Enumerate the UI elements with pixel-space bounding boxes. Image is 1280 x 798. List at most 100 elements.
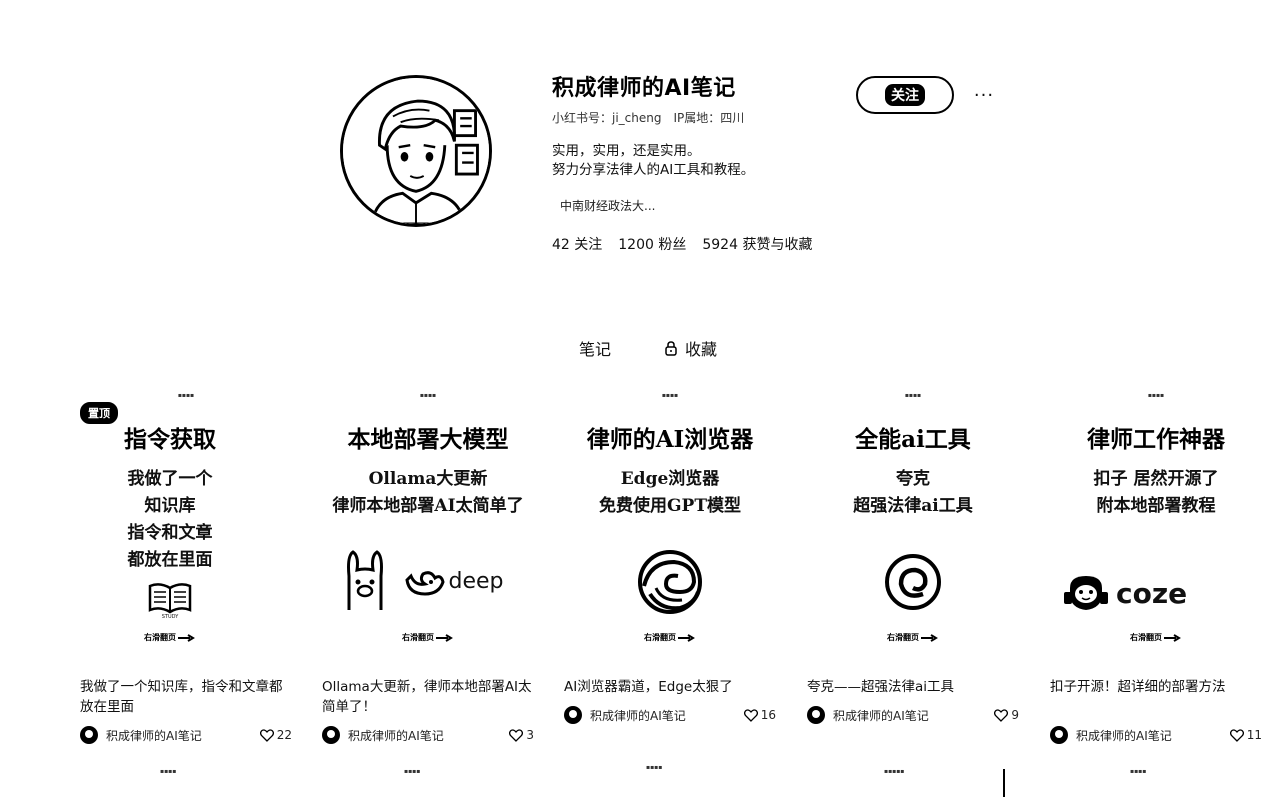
- cover-line: 免费使用GPT模型: [599, 496, 741, 516]
- cover-line: 超强法律ai工具: [853, 496, 973, 516]
- cover-line: 夸克: [896, 469, 930, 489]
- like-button[interactable]: 11: [1229, 728, 1262, 742]
- following-count[interactable]: 42 关注: [552, 235, 602, 255]
- next-row-cover[interactable]: ▪▪▪▪: [404, 768, 420, 775]
- note-footer: 积成律师的AI笔记 11: [1050, 726, 1262, 744]
- lock-icon: [665, 341, 677, 356]
- note-cover[interactable]: ▪▪▪▪ 置顶 指令获取 我做了一个 知识库 指令和文章 都放在里面 STUDY…: [80, 392, 292, 660]
- author-name[interactable]: 积成律师的AI笔记: [590, 707, 744, 724]
- cover-subtitle: Ollama大更新 律师本地部署AI太简单了: [306, 466, 550, 520]
- cover-line: 扣子 居然开源了: [1093, 469, 1219, 489]
- coze-icon: [1064, 576, 1108, 610]
- heart-icon: [259, 728, 274, 742]
- bio-line: 实用，实用，还是实用。: [552, 143, 701, 159]
- school-tag: 中南财经政法大...: [552, 194, 664, 217]
- note-cover[interactable]: ▪▪▪▪ 律师的AI浏览器 Edge浏览器 免费使用GPT模型 右滑翻页: [564, 392, 776, 660]
- coze-logo: coze: [1064, 572, 1264, 614]
- swipe-label: 右滑翻页: [402, 633, 434, 642]
- next-row-cover[interactable]: ▪▪▪▪▪: [884, 768, 904, 775]
- like-button[interactable]: 3: [509, 728, 534, 742]
- next-row-cover[interactable]: ▪▪▪▪: [646, 764, 662, 771]
- cover-subtitle: 夸克 超强法律ai工具: [791, 466, 1035, 520]
- note-title[interactable]: AI浏览器霸道，Edge太狠了: [564, 677, 776, 697]
- author-avatar[interactable]: [322, 726, 340, 744]
- cover-subtitle: Edge浏览器 免费使用GPT模型: [548, 466, 792, 520]
- note-cover[interactable]: ▪▪▪▪ 全能ai工具 夸克 超强法律ai工具 右滑翻页: [807, 392, 1019, 660]
- arrow-right-icon: [1164, 633, 1181, 642]
- note-title[interactable]: 扣子开源！超详细的部署方法: [1050, 677, 1240, 717]
- like-button[interactable]: 22: [259, 728, 292, 742]
- note-card[interactable]: ▪▪▪▪ 置顶 指令获取 我做了一个 知识库 指令和文章 都放在里面 STUDY…: [80, 392, 292, 744]
- quark-icon: [885, 554, 941, 610]
- like-button[interactable]: 16: [743, 708, 776, 722]
- cover-tiny-text: ▪▪▪▪: [1147, 392, 1165, 399]
- quark-logo: [791, 552, 1035, 612]
- like-count: 22: [276, 728, 292, 742]
- book-logo: STUDY: [64, 582, 276, 620]
- edge-logo: [564, 548, 776, 616]
- author-avatar[interactable]: [80, 726, 98, 744]
- swipe-label: 右滑翻页: [644, 633, 676, 642]
- next-row-cover[interactable]: ▪▪▪▪: [160, 768, 176, 775]
- deepseek-text: deep: [448, 568, 504, 594]
- cover-tiny-text: ▪▪▪▪: [177, 392, 195, 399]
- heart-icon: [509, 728, 524, 742]
- note-cover[interactable]: ▪▪▪▪ 律师工作神器 扣子 居然开源了 附本地部署教程 coze 右滑翻页: [1050, 392, 1262, 660]
- edge-browser-icon: [638, 550, 702, 614]
- likes-count: 5924 获赞与收藏: [702, 237, 813, 253]
- cover-line: 律师本地部署AI太简单了: [332, 496, 524, 516]
- note-card[interactable]: ▪▪▪▪ 本地部署大模型 Ollama大更新 律师本地部署AI太简单了 deep: [322, 392, 534, 744]
- more-options-button[interactable]: ···: [970, 78, 998, 112]
- profile-info: 积成律师的AI笔记 小红书号：ji_cheng IP属地：四川 实用，实用，还是…: [552, 72, 852, 255]
- swipe-hint: 右滑翻页: [548, 632, 792, 643]
- profile-bio: 实用，实用，还是实用。 努力分享法律人的AI工具和教程。: [552, 142, 852, 180]
- cover-subtitle: 扣子 居然开源了 附本地部署教程: [1034, 466, 1278, 520]
- like-button[interactable]: 9: [994, 708, 1019, 722]
- tab-notes[interactable]: 笔记: [563, 336, 611, 360]
- arrow-right-icon: [178, 633, 195, 642]
- whale-icon: [404, 571, 445, 596]
- ip-location: IP属地：四川: [673, 111, 745, 125]
- avatar-illustration: [343, 78, 489, 224]
- divider: [1003, 769, 1005, 797]
- note-footer: 积成律师的AI笔记 22: [80, 726, 292, 744]
- note-footer: 积成律师的AI笔记 9: [807, 706, 1019, 724]
- arrow-right-icon: [921, 633, 938, 642]
- swipe-hint: 右滑翻页: [791, 632, 1035, 643]
- next-row-cover[interactable]: ▪▪▪▪: [1130, 768, 1146, 775]
- note-title[interactable]: Ollama大更新，律师本地部署AI太简单了！: [322, 677, 534, 717]
- coze-text: coze: [1116, 576, 1188, 610]
- follow-button[interactable]: 关注: [856, 76, 954, 114]
- tab-collections-label: 收藏: [685, 340, 718, 359]
- bio-line: 努力分享法律人的AI工具和教程。: [552, 162, 755, 178]
- note-cover[interactable]: ▪▪▪▪ 本地部署大模型 Ollama大更新 律师本地部署AI太简单了 deep: [322, 392, 534, 660]
- author-name[interactable]: 积成律师的AI笔记: [348, 727, 509, 744]
- followers-count[interactable]: 1200 粉丝: [618, 235, 686, 255]
- llama-icon: [346, 550, 383, 610]
- author-avatar[interactable]: [1050, 726, 1068, 744]
- author-avatar[interactable]: [807, 706, 825, 724]
- cover-line: 指令和文章: [127, 523, 213, 543]
- deepseek-logo: deep: [404, 566, 504, 596]
- cover-tiny-text: ▪▪▪▪: [419, 392, 437, 399]
- author-avatar[interactable]: [564, 706, 582, 724]
- note-card[interactable]: ▪▪▪▪ 全能ai工具 夸克 超强法律ai工具 右滑翻页 夸克——超强法律ai工…: [807, 392, 1019, 724]
- profile-stats: 42 关注 1200 粉丝 5924 获赞与收藏: [552, 235, 852, 255]
- follow-label: 关注: [885, 84, 925, 106]
- note-title[interactable]: 我做了一个知识库，指令和文章都放在里面: [80, 677, 292, 717]
- note-title[interactable]: 夸克——超强法律ai工具: [807, 677, 1019, 697]
- profile-meta: 小红书号：ji_cheng IP属地：四川: [552, 110, 852, 126]
- swipe-hint: 右滑翻页: [306, 632, 550, 643]
- note-card[interactable]: ▪▪▪▪ 律师工作神器 扣子 居然开源了 附本地部署教程 coze 右滑翻页 扣…: [1050, 392, 1262, 744]
- note-footer: 积成律师的AI笔记 16: [564, 706, 776, 724]
- pinned-badge: 置顶: [80, 402, 118, 424]
- note-card[interactable]: ▪▪▪▪ 律师的AI浏览器 Edge浏览器 免费使用GPT模型 右滑翻页 AI浏…: [564, 392, 776, 724]
- swipe-label: 右滑翻页: [1130, 633, 1162, 642]
- author-name[interactable]: 积成律师的AI笔记: [1076, 727, 1230, 744]
- author-name[interactable]: 积成律师的AI笔记: [106, 727, 260, 744]
- like-count: 9: [1011, 708, 1019, 722]
- author-name[interactable]: 积成律师的AI笔记: [833, 707, 994, 724]
- swipe-hint: 右滑翻页: [64, 632, 276, 643]
- tab-collections[interactable]: 收藏: [647, 336, 717, 360]
- cover-line: Ollama大更新: [368, 469, 488, 489]
